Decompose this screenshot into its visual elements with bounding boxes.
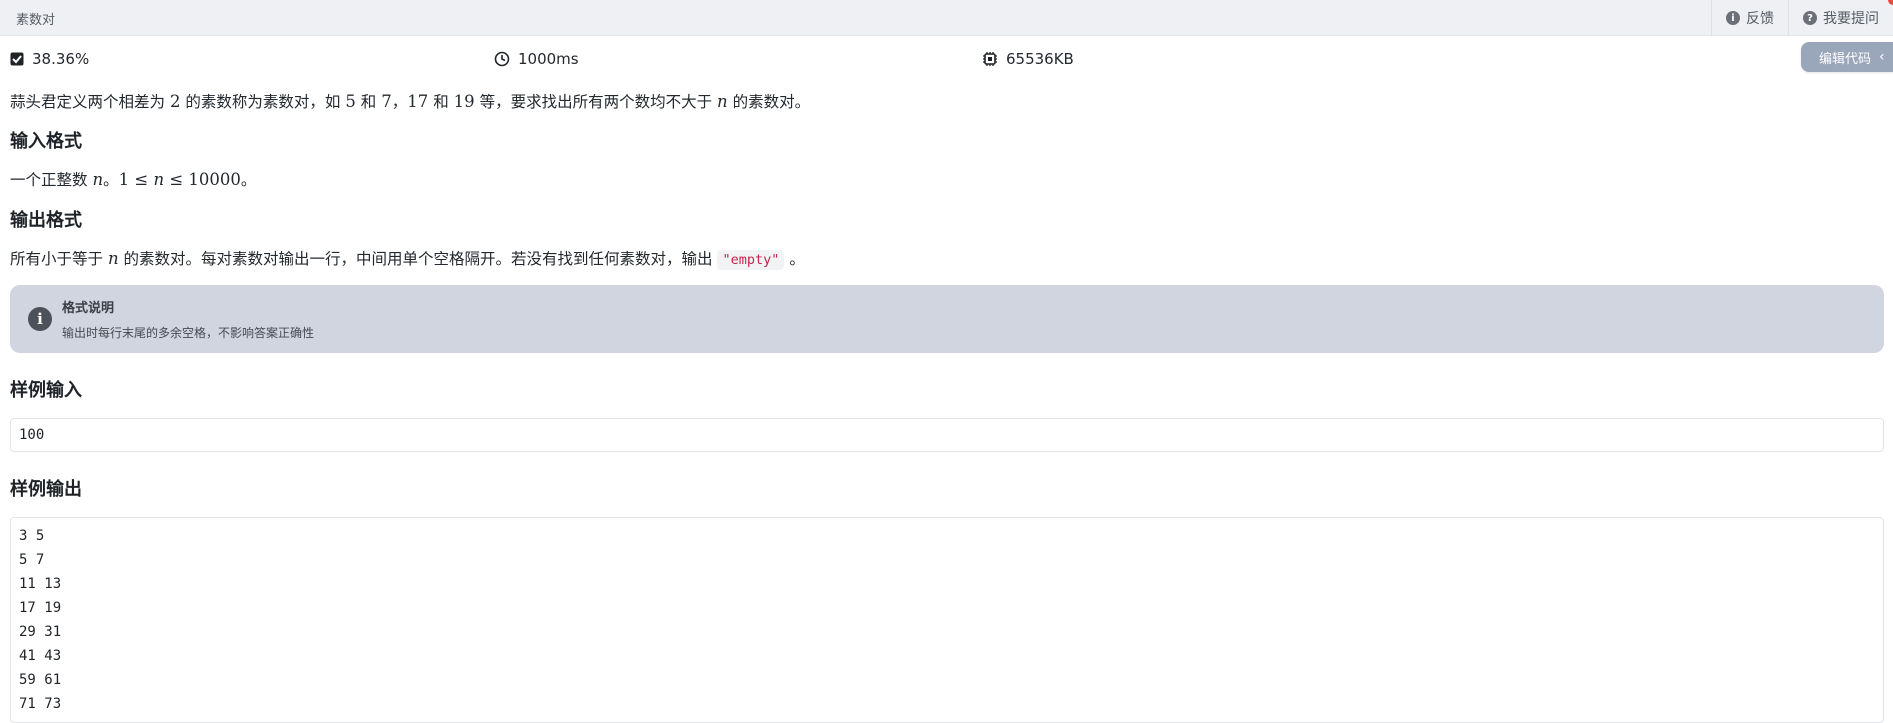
feedback-label: 反馈 (1746, 11, 1774, 27)
code-line: 100 (19, 427, 45, 443)
time-limit-stat: 1000ms (494, 50, 579, 68)
input-format-heading: 输入格式 (10, 131, 82, 152)
code-line: 59 61 (19, 672, 62, 688)
feedback-button[interactable]: i 反馈 (1711, 0, 1788, 36)
sample-output-box[interactable]: 3 5 5 7 11 13 17 19 29 31 41 43 59 61 71… (10, 517, 1884, 723)
code-line: 17 19 (19, 600, 62, 616)
pass-rate-stat: 38.36% (10, 50, 89, 68)
sample-input-box[interactable]: 100 (10, 418, 1884, 452)
output-format-text: 所有小于等于 n 的素数对。每对素数对输出一行，中间用单个空格隔开。若没有找到任… (10, 249, 805, 270)
code-line: 71 73 (19, 696, 62, 712)
edit-code-label: 编辑代码 (1819, 51, 1872, 67)
info-icon: i (1726, 11, 1740, 25)
empty-code-literal: "empty" (717, 250, 785, 270)
memory-limit-stat: 65536KB (982, 50, 1074, 68)
format-notice: i 格式说明 输出时每行末尾的多余空格，不影响答案正确性 (10, 285, 1884, 353)
edit-code-button[interactable]: 编辑代码 ‹ (1801, 42, 1893, 72)
info-icon: i (28, 307, 52, 331)
checkbox-icon (10, 52, 24, 66)
top-bar: 素数对 i 反馈 ? 我要提问 (0, 0, 1893, 36)
problem-stats: 38.36% 1000ms 65536KB (10, 50, 1074, 72)
ask-question-button[interactable]: ? 我要提问 (1788, 0, 1893, 36)
chip-icon (983, 52, 997, 66)
chevron-left-icon: ‹ (1879, 49, 1885, 65)
input-format-text: 一个正整数 n。1 ≤ n ≤ 10000。 (10, 170, 257, 189)
memory-limit-value: 65536KB (1006, 50, 1074, 68)
code-line: 5 7 (19, 552, 45, 568)
problem-description: 蒜头君定义两个相差为 2 的素数称为素数对，如 5 和 7，17 和 19 等，… (10, 92, 811, 111)
code-line: 29 31 (19, 624, 62, 640)
output-format-heading: 输出格式 (10, 210, 82, 231)
code-line: 11 13 (19, 576, 62, 592)
code-line: 41 43 (19, 648, 62, 664)
clock-icon (494, 51, 510, 67)
time-limit-value: 1000ms (518, 50, 579, 68)
problem-tab-title[interactable]: 素数对 (16, 9, 55, 28)
sample-input-heading: 样例输入 (10, 380, 82, 401)
sample-output-heading: 样例输出 (10, 479, 82, 500)
pass-rate-value: 38.36% (32, 50, 90, 68)
ask-question-label: 我要提问 (1823, 11, 1879, 27)
question-icon: ? (1803, 11, 1817, 25)
notice-title: 格式说明 (62, 301, 115, 316)
notice-text: 输出时每行末尾的多余空格，不影响答案正确性 (62, 326, 315, 340)
top-bar-actions: i 反馈 ? 我要提问 (1711, 0, 1893, 36)
code-line: 3 5 (19, 528, 45, 544)
